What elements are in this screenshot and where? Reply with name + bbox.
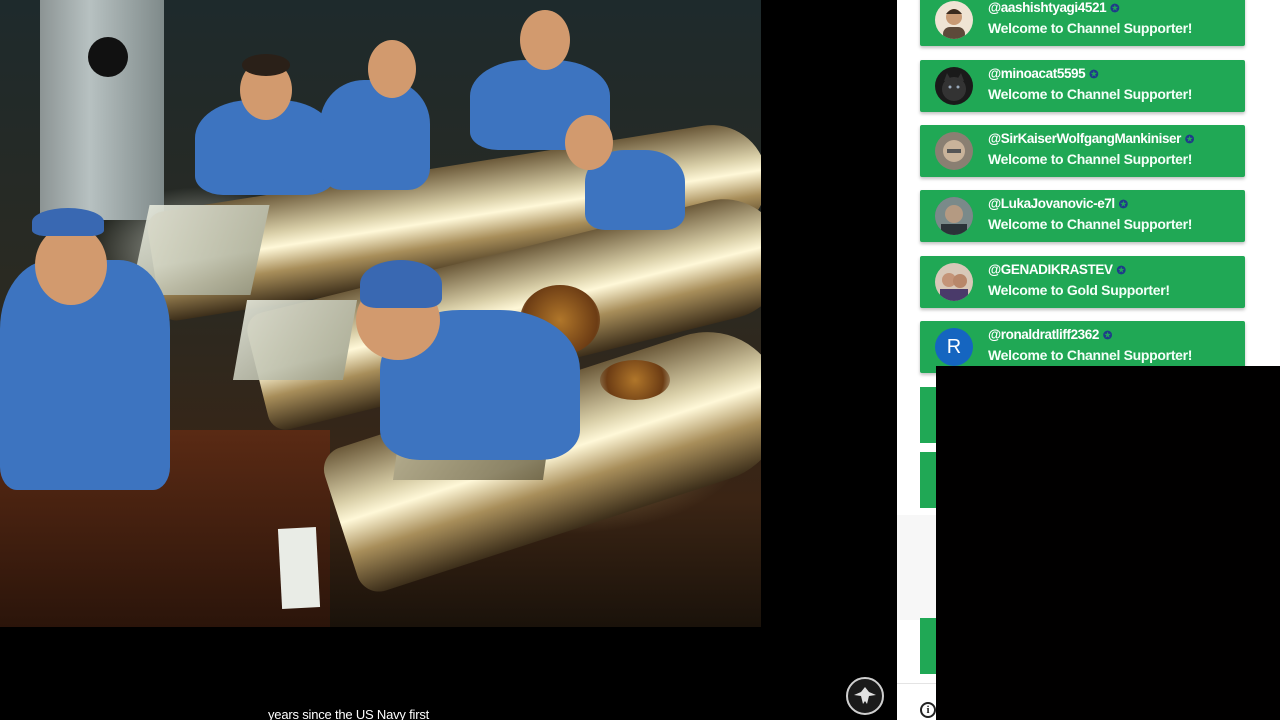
- video-caption: years since the US Navy first: [268, 707, 430, 720]
- sailor: [320, 80, 430, 190]
- video-frame[interactable]: [0, 0, 761, 627]
- chat-membership-message[interactable]: @aashishtyagi4521 ✪ Welcome to Channel Su…: [920, 0, 1245, 46]
- sailor-cap: [360, 260, 442, 308]
- eagle-watermark-icon: [846, 677, 884, 715]
- member-badge-icon: ✪: [1110, 3, 1120, 15]
- membership-welcome-text: Welcome to Channel Supporter!: [988, 151, 1193, 167]
- sailor-head: [368, 40, 416, 98]
- chat-membership-message[interactable]: @SirKaiserWolfgangMankiniser ✪ Welcome to…: [920, 125, 1245, 177]
- membership-welcome-text: Welcome to Channel Supporter!: [988, 86, 1193, 102]
- chat-username[interactable]: @aashishtyagi4521 ✪: [988, 0, 1119, 15]
- member-badge-icon: ✪: [1118, 199, 1128, 211]
- chat-message-background: [897, 515, 937, 620]
- chat-membership-message[interactable]: @GENADIKRASTEV ✪ Welcome to Gold Supporte…: [920, 256, 1245, 308]
- black-overlay: [936, 366, 1280, 720]
- video-player[interactable]: years since the US Navy first: [0, 0, 897, 720]
- user-avatar[interactable]: [935, 263, 973, 301]
- sailor-head: [565, 115, 613, 170]
- member-badge-icon: ✪: [1103, 330, 1112, 342]
- rust-patch: [600, 360, 670, 400]
- chat-username[interactable]: @LukaJovanovic-e7l ✪: [988, 196, 1128, 211]
- info-icon[interactable]: i: [920, 702, 936, 718]
- chat-membership-message[interactable]: @LukaJovanovic-e7l ✪ Welcome to Channel S…: [920, 190, 1245, 242]
- torpedo-fin: [232, 300, 358, 380]
- locker-cabinet: [40, 0, 164, 220]
- user-avatar[interactable]: R: [935, 328, 973, 366]
- member-badge-icon: ✪: [1116, 265, 1126, 277]
- chat-username[interactable]: @GENADIKRASTEV ✪: [988, 262, 1126, 277]
- sailor-head: [35, 225, 107, 305]
- membership-welcome-text: Welcome to Gold Supporter!: [988, 282, 1170, 298]
- membership-welcome-text: Welcome to Channel Supporter!: [988, 347, 1193, 363]
- user-avatar[interactable]: [935, 132, 973, 170]
- sailor-hair: [242, 54, 290, 76]
- paper-tag: [277, 527, 321, 609]
- user-avatar[interactable]: [935, 1, 973, 39]
- chat-membership-message[interactable]: @minoacat5595 ✪ Welcome to Channel Suppor…: [920, 60, 1245, 112]
- sailor-cap: [32, 208, 104, 236]
- sailor-head: [520, 10, 570, 70]
- chat-username[interactable]: @SirKaiserWolfgangMankiniser ✪: [988, 131, 1194, 146]
- member-badge-icon: ✪: [1185, 134, 1194, 146]
- membership-welcome-text: Welcome to Channel Supporter!: [988, 216, 1193, 232]
- user-avatar[interactable]: [935, 67, 973, 105]
- chat-username[interactable]: @ronaldratliff2362 ✪: [988, 327, 1112, 342]
- member-badge-icon: ✪: [1089, 69, 1099, 81]
- membership-welcome-text: Welcome to Channel Supporter!: [988, 20, 1193, 36]
- chat-username[interactable]: @minoacat5595 ✪: [988, 66, 1098, 81]
- user-avatar[interactable]: [935, 197, 973, 235]
